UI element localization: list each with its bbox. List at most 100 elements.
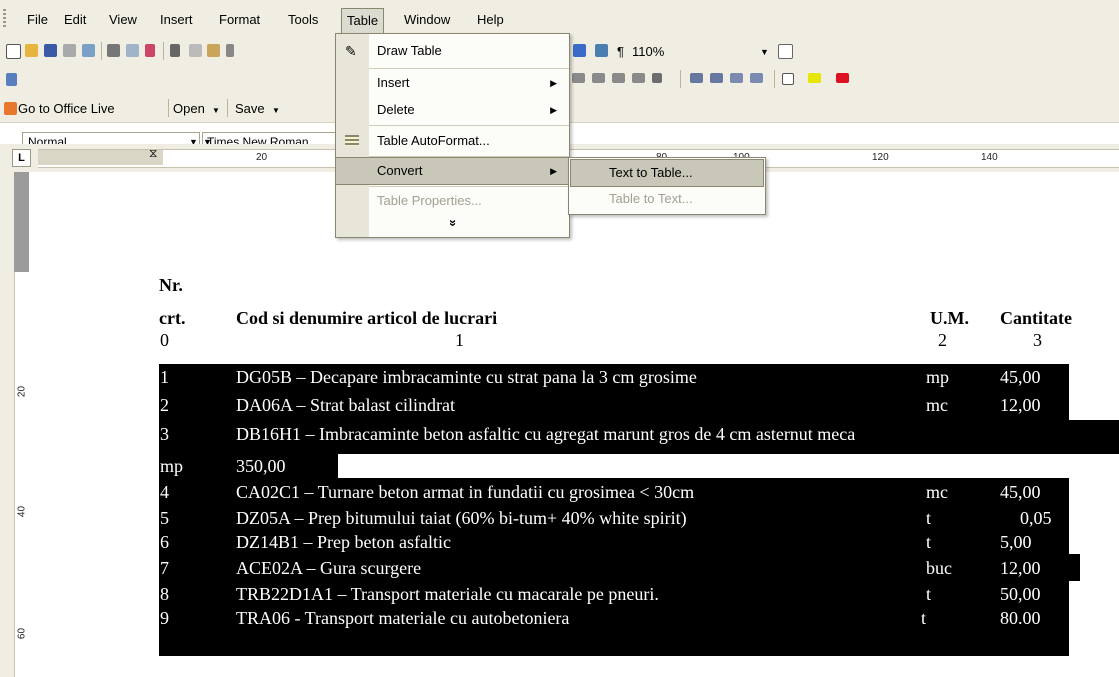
spelling-icon[interactable]: [145, 44, 155, 57]
zoom-dropdown-icon[interactable]: ▼: [760, 44, 769, 60]
menu-item-convert[interactable]: Convert ▶: [335, 157, 570, 185]
row-number: 4: [160, 482, 169, 502]
menu-tools[interactable]: Tools: [288, 12, 318, 28]
menu-item-table-autoformat[interactable]: Table AutoFormat...: [336, 128, 569, 154]
go-to-office-live-button[interactable]: Go to Office Live: [18, 101, 115, 117]
column-number: 1: [455, 330, 464, 350]
save-icon[interactable]: [44, 44, 57, 57]
header-cod: Cod si denumire articol de lucrari: [236, 308, 498, 328]
menubar-grip[interactable]: [3, 9, 6, 27]
highlight-icon[interactable]: [808, 73, 821, 83]
open-dropdown-icon[interactable]: ▼: [212, 103, 220, 119]
row-number: 2: [160, 395, 169, 415]
align-center-icon[interactable]: [592, 73, 605, 83]
menu-item-draw-table[interactable]: ✎ Draw Table: [336, 38, 569, 64]
row-description: TRB22D1A1 – Transport materiale cu macar…: [236, 584, 659, 604]
menu-window[interactable]: Window: [404, 12, 450, 28]
vertical-ruler: 20 40 60: [0, 172, 31, 677]
font-color-icon[interactable]: [836, 73, 849, 83]
document-page[interactable]: Nr. crt. Cod si denumire articol de lucr…: [30, 172, 1119, 677]
row-quantity: 0,05: [1020, 508, 1052, 528]
zoom-value[interactable]: 110%: [632, 44, 664, 60]
print-icon[interactable]: [107, 44, 120, 57]
header-nr: Nr.: [159, 275, 183, 295]
menu-item-label: Delete: [377, 102, 415, 117]
borders-icon[interactable]: [782, 73, 794, 85]
save-dropdown-icon[interactable]: ▼: [272, 103, 280, 119]
expand-menu-icon[interactable]: »: [442, 212, 464, 234]
numbering-icon[interactable]: [690, 73, 703, 83]
show-hide-icon[interactable]: ¶: [617, 44, 624, 60]
toolbar-separator: [774, 70, 775, 88]
toolbar-separator: [168, 99, 169, 117]
menu-insert[interactable]: Insert: [160, 12, 193, 28]
document-map-icon[interactable]: [573, 44, 586, 57]
menu-item-delete[interactable]: Delete ▶: [336, 97, 569, 123]
new-document-icon[interactable]: [6, 44, 21, 59]
open-button[interactable]: Open: [173, 101, 205, 117]
menu-file[interactable]: File: [27, 12, 48, 28]
help-icon[interactable]: [778, 44, 793, 59]
row-um: mc: [926, 395, 948, 415]
align-right-icon[interactable]: [612, 73, 625, 83]
ruler-margin: [38, 150, 163, 165]
column-number: 3: [1033, 330, 1042, 350]
row-description: DA06A – Strat balast cilindrat: [236, 395, 455, 415]
menu-format[interactable]: Format: [219, 12, 260, 28]
row-description: CA02C1 – Turnare beton armat in fundatii…: [236, 482, 695, 502]
menu-item-text-to-table[interactable]: Text to Table...: [570, 159, 764, 187]
menu-separator: [369, 156, 569, 157]
row-description: TRA06 - Transport materiale cu autobeton…: [236, 608, 570, 628]
increase-indent-icon[interactable]: [750, 73, 763, 83]
toolbar-separator: [680, 70, 681, 88]
ruler-label: 120: [872, 152, 889, 163]
header-crt: crt.: [159, 308, 186, 328]
toolbar-separator: [101, 42, 102, 60]
line-spacing-icon[interactable]: [652, 73, 662, 83]
menu-help[interactable]: Help: [477, 12, 504, 28]
save-button[interactable]: Save: [235, 101, 265, 117]
menu-edit[interactable]: Edit: [64, 12, 86, 28]
row-description: DZ14B1 – Prep beton asfaltic: [236, 532, 451, 552]
row-quantity: 350,00: [236, 456, 286, 476]
copy-icon[interactable]: [189, 44, 202, 57]
row-number: 8: [160, 584, 169, 604]
bullets-icon[interactable]: [710, 73, 723, 83]
indent-marker-icon[interactable]: ⧖: [149, 146, 157, 161]
reading-layout-icon[interactable]: [595, 44, 608, 57]
justify-icon[interactable]: [632, 73, 645, 83]
menu-item-label: Table AutoFormat...: [377, 133, 490, 148]
submenu-arrow-icon: ▶: [550, 105, 557, 115]
convert-submenu: Text to Table... Table to Text...: [568, 157, 766, 215]
format-painter-icon[interactable]: [226, 44, 234, 57]
open-icon[interactable]: [25, 44, 38, 57]
row-um: mp: [926, 367, 950, 387]
menu-separator: [369, 68, 569, 69]
ruler-label: 40: [16, 505, 28, 518]
row-um: mc: [926, 482, 948, 502]
styles-icon[interactable]: [6, 73, 17, 86]
align-left-icon[interactable]: [572, 73, 585, 83]
menu-item-insert[interactable]: Insert ▶: [336, 70, 569, 96]
row-description: DG05B – Decapare imbracaminte cu strat p…: [236, 367, 697, 387]
decrease-indent-icon[interactable]: [730, 73, 743, 83]
row-um: t: [926, 532, 932, 552]
ruler-label: 60: [16, 627, 28, 640]
menu-item-label: Text to Table...: [609, 165, 693, 180]
paste-icon[interactable]: [207, 44, 220, 57]
row-quantity: 45,00: [1000, 367, 1041, 387]
menu-view[interactable]: View: [109, 12, 137, 28]
row-number: 3: [160, 424, 169, 444]
vertical-ruler-margin: [14, 172, 29, 272]
office-live-icon: [4, 102, 17, 115]
row-um: t: [921, 608, 927, 628]
cut-icon[interactable]: [170, 44, 180, 57]
menu-item-label: Table Properties...: [377, 193, 482, 208]
table-menu: ✎ Draw Table Insert ▶ Delete ▶ Table Aut…: [335, 33, 570, 238]
print-preview-icon[interactable]: [126, 44, 139, 57]
row-um: t: [926, 508, 932, 528]
tab-selector[interactable]: L: [12, 149, 31, 167]
permission-icon[interactable]: [63, 44, 76, 57]
email-icon[interactable]: [82, 44, 95, 57]
menu-table[interactable]: Table: [341, 8, 385, 33]
